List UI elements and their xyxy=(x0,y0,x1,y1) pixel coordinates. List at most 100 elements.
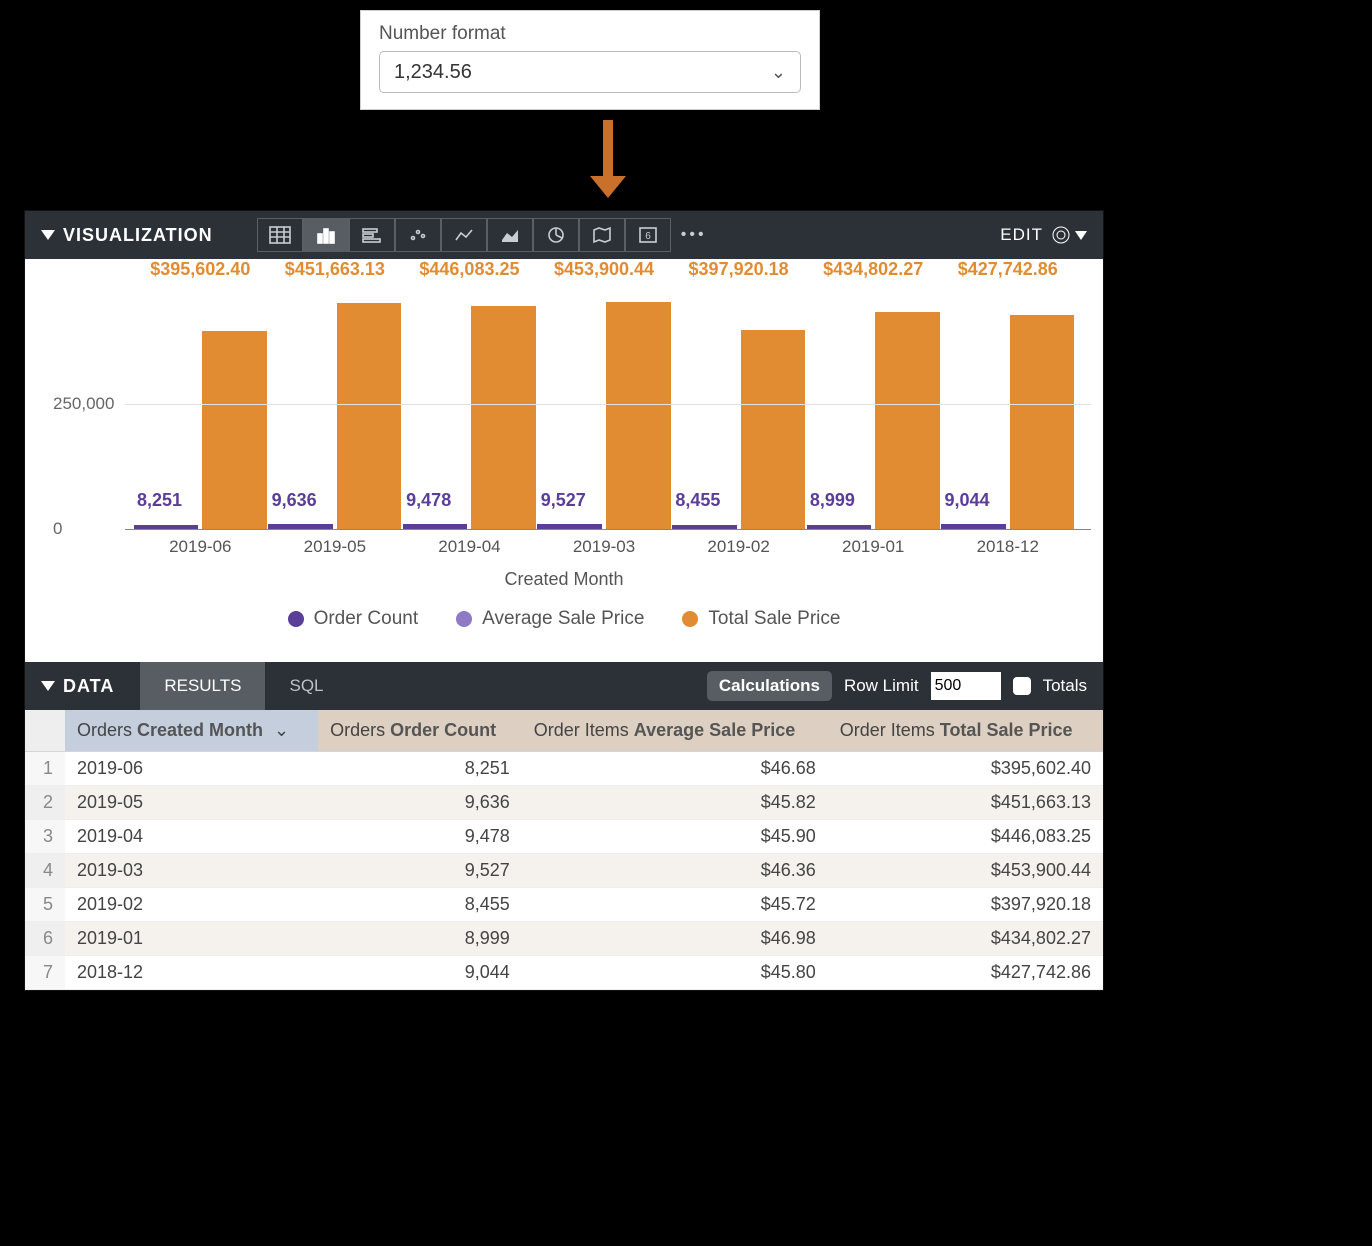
table-row[interactable]: 62019-018,999$46.98$434,802.27 xyxy=(25,922,1103,956)
x-tick: 2019-02 xyxy=(671,529,806,557)
legend-swatch-icon xyxy=(288,611,304,627)
bar-label-total: $446,083.25 xyxy=(419,259,519,280)
vis-settings-menu[interactable] xyxy=(1051,225,1087,245)
vis-edit-button[interactable]: EDIT xyxy=(1000,225,1043,245)
bar-label-count: 9,527 xyxy=(541,490,586,511)
visualization-bar: VISUALIZATION 6 ••• EDIT xyxy=(25,211,1103,259)
cell-avg: $46.98 xyxy=(522,922,828,956)
cell-total: $397,920.18 xyxy=(828,888,1103,922)
cell-count: 8,251 xyxy=(318,752,522,786)
legend-item[interactable]: Total Sale Price xyxy=(682,608,840,630)
caret-down-icon xyxy=(1075,231,1087,240)
table-header-created-month[interactable]: Orders Created Month ⌄ xyxy=(65,710,318,752)
scatter-icon[interactable] xyxy=(395,218,441,252)
data-bar: DATA RESULTS SQL Calculations Row Limit … xyxy=(25,662,1103,710)
table-row[interactable]: 32019-049,478$45.90$446,083.25 xyxy=(25,820,1103,854)
cell-total: $427,742.86 xyxy=(828,956,1103,990)
table-row[interactable]: 12019-068,251$46.68$395,602.40 xyxy=(25,752,1103,786)
cell-rownum: 2 xyxy=(25,786,65,820)
cell-month: 2019-01 xyxy=(65,922,318,956)
bar-label-total: $453,900.44 xyxy=(554,259,654,280)
table-row[interactable]: 52019-028,455$45.72$397,920.18 xyxy=(25,888,1103,922)
cell-month: 2019-02 xyxy=(65,888,318,922)
svg-text:6: 6 xyxy=(645,231,651,242)
cell-count: 9,636 xyxy=(318,786,522,820)
x-tick: 2019-04 xyxy=(402,529,537,557)
table-row[interactable]: 72018-129,044$45.80$427,742.86 xyxy=(25,956,1103,990)
map-icon[interactable] xyxy=(579,218,625,252)
y-tick: 250,000 xyxy=(53,394,114,414)
cell-count: 9,527 xyxy=(318,854,522,888)
main-panel: VISUALIZATION 6 ••• EDIT $395,602.40 8,25… xyxy=(24,210,1104,991)
cell-count: 9,044 xyxy=(318,956,522,990)
cell-avg: $45.80 xyxy=(522,956,828,990)
cell-avg: $46.36 xyxy=(522,854,828,888)
bar-total-sale[interactable] xyxy=(1010,315,1075,529)
legend-label: Total Sale Price xyxy=(708,608,840,630)
table-row[interactable]: 22019-059,636$45.82$451,663.13 xyxy=(25,786,1103,820)
bar-total-sale[interactable] xyxy=(337,303,402,529)
tab-sql[interactable]: SQL xyxy=(265,662,347,710)
tab-results[interactable]: RESULTS xyxy=(140,662,265,710)
table-row[interactable]: 42019-039,527$46.36$453,900.44 xyxy=(25,854,1103,888)
gear-icon xyxy=(1051,225,1071,245)
number-format-label: Number format xyxy=(379,23,801,45)
legend-swatch-icon xyxy=(682,611,698,627)
number-format-card: Number format 1,234.56 ⌄ xyxy=(360,10,820,110)
x-tick: 2018-12 xyxy=(940,529,1075,557)
chart-legend: Order Count Average Sale Price Total Sale … xyxy=(53,600,1075,652)
bar-total-sale[interactable] xyxy=(606,302,671,529)
cell-month: 2019-06 xyxy=(65,752,318,786)
bar-total-sale[interactable] xyxy=(471,306,536,529)
chevron-down-icon: ⌄ xyxy=(771,62,786,83)
totals-label: Totals xyxy=(1043,676,1087,696)
line-chart-icon[interactable] xyxy=(441,218,487,252)
bar-total-sale[interactable] xyxy=(875,312,940,529)
cell-count: 8,455 xyxy=(318,888,522,922)
bar-label-count: 8,251 xyxy=(137,490,182,511)
cell-total: $434,802.27 xyxy=(828,922,1103,956)
data-collapse[interactable]: DATA xyxy=(41,676,114,697)
table-header-avg-sale-price[interactable]: Order Items Average Sale Price xyxy=(522,710,828,752)
number-format-select[interactable]: 1,234.56 ⌄ xyxy=(379,51,801,93)
bar-label-count: 8,999 xyxy=(810,490,855,511)
legend-swatch-icon xyxy=(456,611,472,627)
cell-total: $395,602.40 xyxy=(828,752,1103,786)
cell-total: $453,900.44 xyxy=(828,854,1103,888)
cell-total: $451,663.13 xyxy=(828,786,1103,820)
cell-rownum: 6 xyxy=(25,922,65,956)
legend-item[interactable]: Average Sale Price xyxy=(456,608,644,630)
legend-item[interactable]: Order Count xyxy=(288,608,419,630)
visualization-collapse[interactable]: VISUALIZATION xyxy=(41,225,213,246)
row-limit-input[interactable] xyxy=(931,672,1001,700)
cell-rownum: 5 xyxy=(25,888,65,922)
more-vis-icon[interactable]: ••• xyxy=(671,218,717,252)
cell-month: 2019-05 xyxy=(65,786,318,820)
bar-label-total: $397,920.18 xyxy=(689,259,789,280)
cell-month: 2018-12 xyxy=(65,956,318,990)
legend-label: Order Count xyxy=(314,608,419,630)
pie-chart-icon[interactable] xyxy=(533,218,579,252)
cell-month: 2019-04 xyxy=(65,820,318,854)
sort-desc-icon: ⌄ xyxy=(274,720,289,741)
vis-type-icons: 6 ••• xyxy=(257,218,717,252)
table-icon[interactable] xyxy=(257,218,303,252)
bar-chart-icon[interactable] xyxy=(349,218,395,252)
row-limit-label: Row Limit xyxy=(844,676,919,696)
cell-total: $446,083.25 xyxy=(828,820,1103,854)
bar-total-sale[interactable] xyxy=(741,330,806,529)
cell-rownum: 1 xyxy=(25,752,65,786)
column-chart-icon[interactable] xyxy=(303,218,349,252)
table-header-order-count[interactable]: Orders Order Count xyxy=(318,710,522,752)
cell-rownum: 7 xyxy=(25,956,65,990)
area-chart-icon[interactable] xyxy=(487,218,533,252)
cell-rownum: 4 xyxy=(25,854,65,888)
caret-down-icon xyxy=(41,230,55,240)
calculations-button[interactable]: Calculations xyxy=(707,671,832,701)
bar-total-sale[interactable] xyxy=(202,331,267,529)
cell-count: 8,999 xyxy=(318,922,522,956)
single-value-icon[interactable]: 6 xyxy=(625,218,671,252)
totals-checkbox[interactable] xyxy=(1013,677,1031,695)
bar-label-count: 9,636 xyxy=(272,490,317,511)
table-header-total-sale-price[interactable]: Order Items Total Sale Price xyxy=(828,710,1103,752)
